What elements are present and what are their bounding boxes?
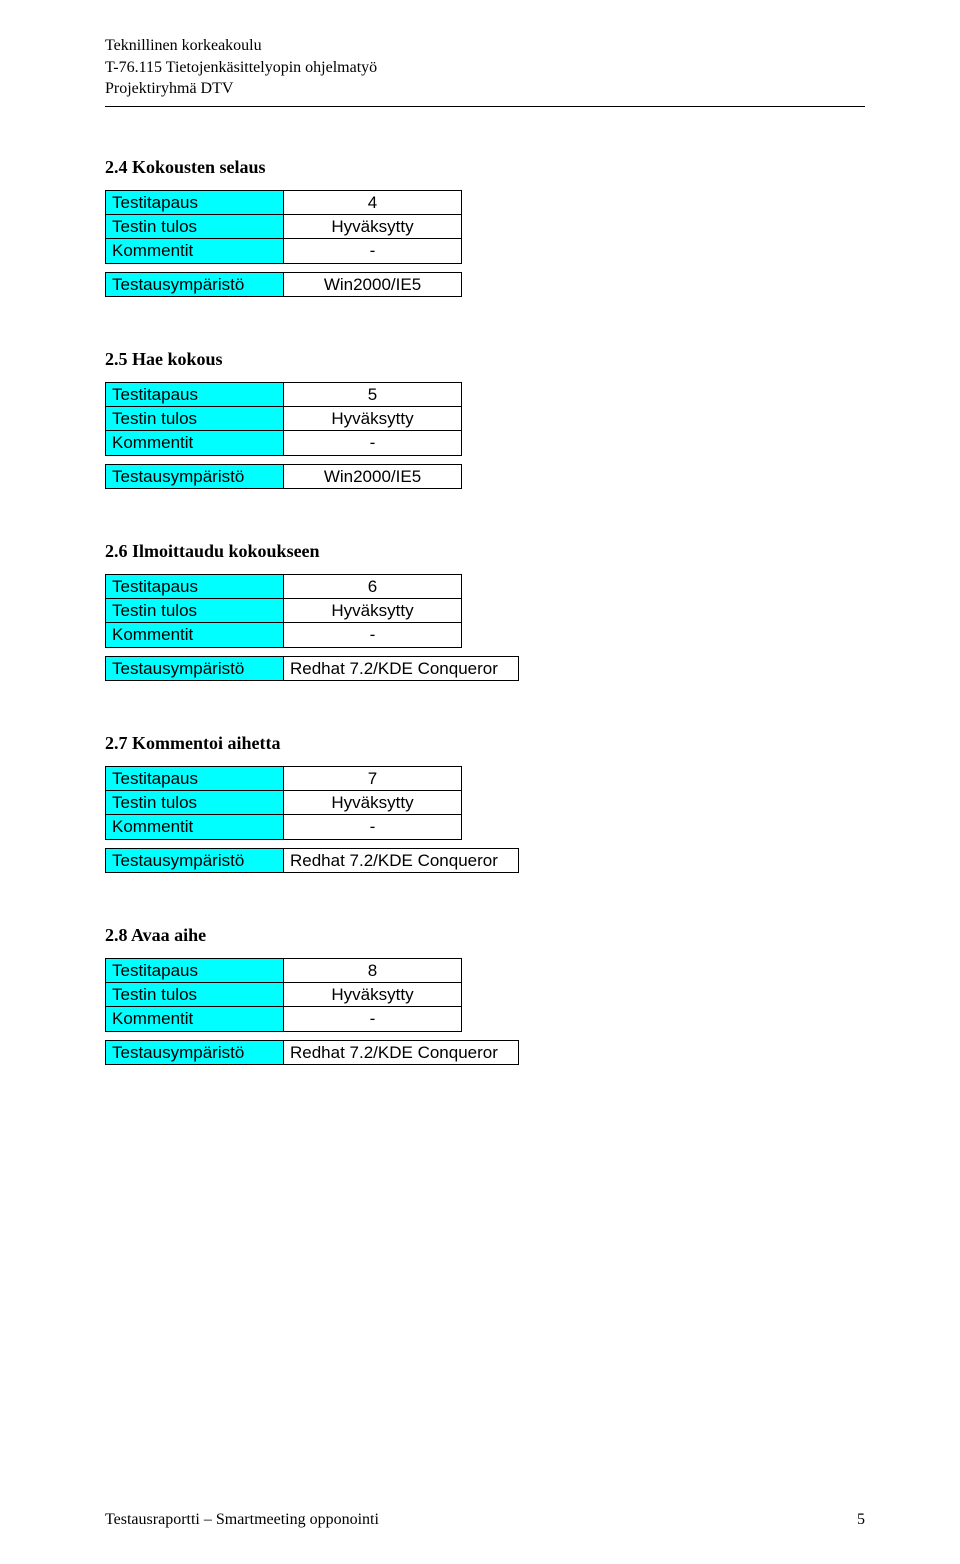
value-cell: Hyväksytty (284, 791, 462, 815)
table-row: TestausympäristöRedhat 7.2/KDE Conqueror (106, 848, 519, 872)
label-cell: Kommentit (106, 239, 284, 263)
label-cell: Testausympäristö (106, 464, 284, 488)
value-cell: 6 (284, 574, 462, 598)
section-title: 2.5 Hae kokous (105, 349, 865, 370)
value-cell: Hyväksytty (284, 983, 462, 1007)
label-cell: Testitapaus (106, 958, 284, 982)
value-cell: - (284, 239, 462, 263)
table-row: Testitapaus7 (106, 766, 462, 790)
label-cell: Testausympäristö (106, 272, 284, 296)
test-env-table: TestausympäristöRedhat 7.2/KDE Conqueror (105, 656, 519, 681)
table-row: Kommentit- (106, 1007, 462, 1031)
value-cell: Redhat 7.2/KDE Conqueror (284, 848, 519, 872)
value-cell: - (284, 1007, 462, 1031)
value-cell: Redhat 7.2/KDE Conqueror (284, 1040, 519, 1064)
value-cell: 5 (284, 382, 462, 406)
label-cell: Testitapaus (106, 190, 284, 214)
table-row: TestausympäristöRedhat 7.2/KDE Conqueror (106, 1040, 519, 1064)
table-row: Testin tulosHyväksytty (106, 215, 462, 239)
test-section: 2.4 Kokousten selaus Testitapaus4Testin t… (105, 157, 865, 297)
test-section: 2.7 Kommentoi aihetta Testitapaus7Testin … (105, 733, 865, 873)
test-details-table: Testitapaus5Testin tulosHyväksyttyKommen… (105, 382, 462, 456)
section-title: 2.6 Ilmoittaudu kokoukseen (105, 541, 865, 562)
test-details-table: Testitapaus6Testin tulosHyväksyttyKommen… (105, 574, 462, 648)
value-cell: Hyväksytty (284, 599, 462, 623)
page-footer: Testausraportti – Smartmeeting opponoint… (105, 1511, 865, 1529)
table-row: Testitapaus6 (106, 574, 462, 598)
value-cell: 8 (284, 958, 462, 982)
value-cell: Hyväksytty (284, 215, 462, 239)
section-title: 2.8 Avaa aihe (105, 925, 865, 946)
value-cell: - (284, 815, 462, 839)
value-cell: - (284, 623, 462, 647)
table-row: Kommentit- (106, 623, 462, 647)
test-details-table: Testitapaus4Testin tulosHyväksyttyKommen… (105, 190, 462, 264)
test-env-table: TestausympäristöWin2000/IE5 (105, 272, 462, 297)
footer-text: Testausraportti – Smartmeeting opponoint… (105, 1511, 379, 1529)
section-title: 2.4 Kokousten selaus (105, 157, 865, 178)
table-row: TestausympäristöWin2000/IE5 (106, 272, 462, 296)
test-env-table: TestausympäristöRedhat 7.2/KDE Conqueror (105, 1040, 519, 1065)
label-cell: Kommentit (106, 623, 284, 647)
label-cell: Testitapaus (106, 382, 284, 406)
label-cell: Testitapaus (106, 574, 284, 598)
table-row: Testitapaus8 (106, 958, 462, 982)
test-env-table: TestausympäristöRedhat 7.2/KDE Conqueror (105, 848, 519, 873)
value-cell: - (284, 431, 462, 455)
table-row: Kommentit- (106, 239, 462, 263)
label-cell: Kommentit (106, 1007, 284, 1031)
value-cell: 4 (284, 190, 462, 214)
header-line-1: Teknillinen korkeakoulu (105, 35, 865, 57)
table-row: TestausympäristöRedhat 7.2/KDE Conqueror (106, 656, 519, 680)
label-cell: Testin tulos (106, 407, 284, 431)
table-row: Testin tulosHyväksytty (106, 407, 462, 431)
table-row: Testitapaus4 (106, 190, 462, 214)
label-cell: Testausympäristö (106, 656, 284, 680)
footer-page-number: 5 (857, 1511, 865, 1529)
label-cell: Testin tulos (106, 215, 284, 239)
label-cell: Testin tulos (106, 791, 284, 815)
test-details-table: Testitapaus8Testin tulosHyväksyttyKommen… (105, 958, 462, 1032)
label-cell: Testin tulos (106, 599, 284, 623)
test-details-table: Testitapaus7Testin tulosHyväksyttyKommen… (105, 766, 462, 840)
label-cell: Testitapaus (106, 766, 284, 790)
table-row: Testin tulosHyväksytty (106, 791, 462, 815)
value-cell: Redhat 7.2/KDE Conqueror (284, 656, 519, 680)
table-row: Kommentit- (106, 431, 462, 455)
header-divider (105, 106, 865, 107)
table-row: Kommentit- (106, 815, 462, 839)
test-section: 2.8 Avaa aihe Testitapaus8Testin tulosHyv… (105, 925, 865, 1065)
section-title: 2.7 Kommentoi aihetta (105, 733, 865, 754)
table-row: Testin tulosHyväksytty (106, 599, 462, 623)
table-row: Testin tulosHyväksytty (106, 983, 462, 1007)
label-cell: Kommentit (106, 431, 284, 455)
header-line-3: Projektiryhmä DTV (105, 78, 865, 100)
label-cell: Testin tulos (106, 983, 284, 1007)
value-cell: Win2000/IE5 (284, 272, 462, 296)
test-section: 2.6 Ilmoittaudu kokoukseenTestitapaus6Te… (105, 541, 865, 681)
value-cell: Win2000/IE5 (284, 464, 462, 488)
page-header: Teknillinen korkeakoulu T-76.115 Tietoje… (105, 35, 865, 100)
label-cell: Kommentit (106, 815, 284, 839)
value-cell: Hyväksytty (284, 407, 462, 431)
header-line-2: T-76.115 Tietojenkäsittelyopin ohjelmaty… (105, 57, 865, 79)
label-cell: Testausympäristö (106, 848, 284, 872)
test-env-table: TestausympäristöWin2000/IE5 (105, 464, 462, 489)
label-cell: Testausympäristö (106, 1040, 284, 1064)
value-cell: 7 (284, 766, 462, 790)
test-section: 2.5 Hae kokous Testitapaus5Testin tulosHy… (105, 349, 865, 489)
table-row: TestausympäristöWin2000/IE5 (106, 464, 462, 488)
table-row: Testitapaus5 (106, 382, 462, 406)
